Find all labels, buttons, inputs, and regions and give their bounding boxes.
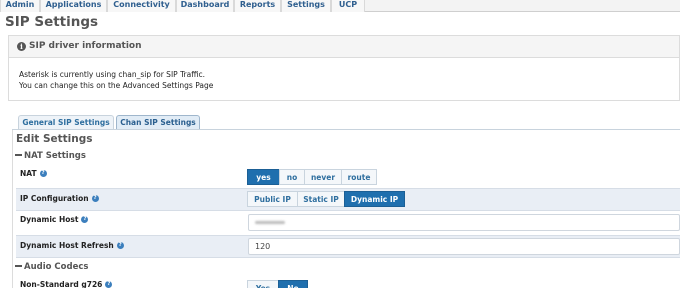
tab-general-sip-settings[interactable]: General SIP Settings <box>18 115 114 130</box>
dynamic-host-refresh-label: Dynamic Host Refresh? <box>20 241 124 250</box>
question-circle-icon[interactable]: ? <box>105 280 113 288</box>
question-circle-icon[interactable]: ? <box>91 194 99 202</box>
nat-option-never[interactable]: never <box>304 169 342 185</box>
question-circle-icon[interactable]: ? <box>81 215 89 223</box>
panel-text-line-1: Asterisk is currently using chan_sip for… <box>19 70 205 79</box>
panel-text-line-2: You can change this on the Advanced Sett… <box>19 81 214 90</box>
obscured-value <box>255 221 285 224</box>
nat-label: NAT? <box>20 169 47 178</box>
edit-settings-heading: Edit Settings <box>16 133 93 145</box>
dynamic-host-refresh-row: Dynamic Host Refresh? 120 <box>16 235 680 258</box>
nav-tab-settings[interactable]: Settings <box>281 0 331 12</box>
nat-settings-label: NAT Settings <box>24 151 86 161</box>
nat-option-yes[interactable]: yes <box>247 169 280 185</box>
ip-option-static[interactable]: Static IP <box>297 191 345 207</box>
sip-driver-info-panel: i SIP driver information Asterisk is cur… <box>8 35 680 101</box>
nav-tab-reports[interactable]: Reports <box>234 0 281 12</box>
ip-configuration-toggle: Public IP Static IP Dynamic IP <box>247 191 405 207</box>
tab-chan-sip-settings[interactable]: Chan SIP Settings <box>116 115 200 130</box>
audio-codecs-label: Audio Codecs <box>24 262 89 272</box>
question-circle-icon[interactable]: ? <box>116 241 124 249</box>
dynamic-host-input[interactable] <box>248 214 680 231</box>
nat-settings-section[interactable]: NAT Settings <box>15 151 86 161</box>
nav-tab-dashboard[interactable]: Dashboard <box>176 0 234 12</box>
question-circle-icon[interactable]: ? <box>39 169 47 177</box>
top-nav: Admin Applications Connectivity Dashboar… <box>0 0 680 12</box>
g726-toggle: Yes No <box>247 280 308 288</box>
nav-tab-connectivity[interactable]: Connectivity <box>107 0 176 12</box>
audio-codecs-section[interactable]: Audio Codecs <box>15 262 88 272</box>
nat-toggle: yes no never route <box>247 169 377 185</box>
nav-tab-ucp[interactable]: UCP <box>331 0 365 12</box>
dynamic-host-label: Dynamic Host? <box>20 215 89 224</box>
ip-configuration-label: IP Configuration? <box>20 194 99 203</box>
minus-icon <box>15 264 22 267</box>
panel-title: SIP driver information <box>29 41 142 51</box>
non-standard-g726-label: Non-Standard g726? <box>20 280 113 288</box>
nat-option-no[interactable]: no <box>279 169 305 185</box>
dynamic-host-row: Dynamic Host? <box>16 211 680 235</box>
ip-option-dynamic[interactable]: Dynamic IP <box>344 191 405 207</box>
minus-icon <box>15 153 22 156</box>
panel-header: i SIP driver information <box>9 36 679 58</box>
dynamic-host-refresh-input[interactable]: 120 <box>248 238 680 255</box>
g726-option-yes[interactable]: Yes <box>247 280 279 288</box>
nav-tab-admin[interactable]: Admin <box>0 0 40 12</box>
nav-tab-applications[interactable]: Applications <box>40 0 107 12</box>
ip-configuration-row: IP Configuration? Public IP Static IP Dy… <box>16 188 680 211</box>
nat-option-route[interactable]: route <box>341 169 377 185</box>
g726-option-no[interactable]: No <box>278 280 308 288</box>
info-circle-icon: i <box>17 42 26 51</box>
non-standard-g726-row: Non-Standard g726? Yes No <box>16 276 680 288</box>
page-title: SIP Settings <box>5 14 99 30</box>
ip-option-public[interactable]: Public IP <box>247 191 298 207</box>
nat-row: NAT? yes no never route <box>16 164 680 188</box>
